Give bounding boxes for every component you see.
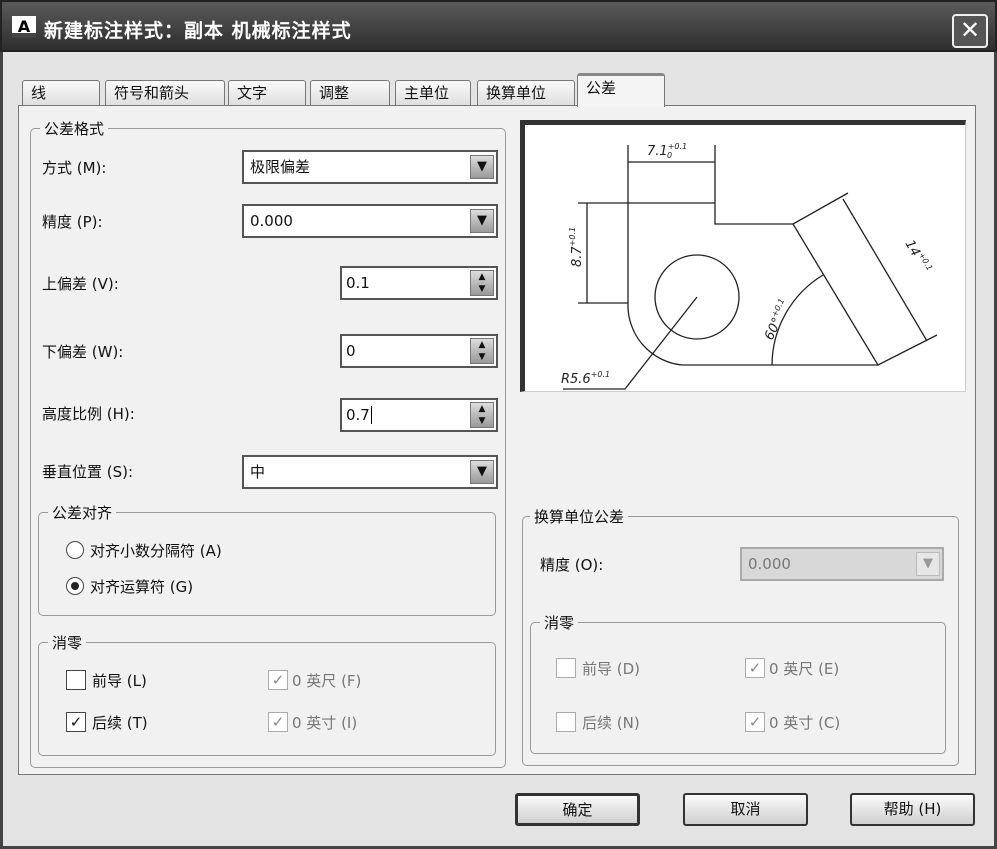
lower-deviation-value: 0 [346,342,356,360]
height-scale-label: 高度比例 (H): [42,405,135,423]
tab-fit[interactable]: 调整 [310,80,390,106]
inches-checkbox[interactable]: ✓ [268,712,288,732]
height-scale-input[interactable]: 0.7 ▲ ▼ [340,398,498,432]
method-label: 方式 (M): [42,159,107,177]
window-title: 新建标注样式：副本 机械标注样式 [44,20,352,42]
alt-unit-tolerance-title: 换算单位公差 [530,506,629,527]
vertical-position-label: 垂直位置 (S): [42,463,134,481]
alt-leading-checkbox[interactable] [556,658,576,678]
tab-lines[interactable]: 线 [22,80,100,106]
align-operator-radio[interactable] [66,577,84,595]
preview-pane: 7.1+0.1 0 8.7+0.1 14+0.1 60°+0.1 R5.6+0.… [520,120,966,392]
precision-label: 精度 (P): [42,213,103,231]
alt-zero-suppression-title: 消零 [540,612,579,633]
align-decimal-label[interactable]: 对齐小数分隔符 (A) [90,540,222,561]
tab-alternate-units[interactable]: 换算单位 [477,80,575,106]
upper-deviation-input[interactable]: 0.1 ▲ ▼ [340,266,498,300]
align-decimal-radio[interactable] [66,541,84,559]
alt-trailing-label: 后续 (N) [582,714,640,732]
alt-precision-select[interactable]: 0.000 ▼ [740,547,944,581]
leading-label[interactable]: 前导 (L) [92,670,147,691]
spinner-arrows-icon[interactable]: ▲ ▼ [470,338,494,364]
align-operator-label[interactable]: 对齐运算符 (G) [90,576,193,597]
tolerance-alignment-group [38,512,496,616]
dim-label-height: 8.7+0.1 [568,227,585,267]
spinner-arrows-icon[interactable]: ▲ ▼ [470,270,494,296]
inches-label: 0 英寸 (I) [292,714,358,732]
tolerance-format-title: 公差格式 [40,118,109,139]
precision-value: 0.000 [250,212,293,230]
method-select[interactable]: 极限偏差 ▼ [242,150,498,184]
vertical-position-value: 中 [250,463,266,481]
spinner-arrows-icon[interactable]: ▲ ▼ [470,402,494,428]
tab-tolerances[interactable]: 公差 [577,73,665,107]
chevron-down-icon[interactable]: ▼ [470,460,494,484]
alt-inches-label: 0 英寸 (C) [769,714,841,732]
tab-text[interactable]: 文字 [228,80,306,106]
method-value: 极限偏差 [250,158,311,176]
upper-deviation-label: 上偏差 (V): [42,275,119,293]
dim-lower-width: 0 [667,151,672,160]
chevron-down-icon[interactable]: ▼ [916,552,940,576]
chevron-down-icon[interactable]: ▼ [470,155,494,179]
check-icon: ✓ [69,713,83,731]
leading-checkbox[interactable] [66,670,86,690]
alt-precision-value: 0.000 [748,555,791,573]
lower-deviation-label: 下偏差 (W): [42,343,124,361]
height-scale-value: 0.7 [346,406,370,424]
dim-label-length: 14+0.1 [902,237,935,277]
trailing-label[interactable]: 后续 (T) [92,712,148,733]
help-button[interactable]: 帮助 (H) [850,793,975,826]
zero-suppression-group [38,642,496,756]
alt-inches-checkbox[interactable]: ✓ [745,712,765,732]
title-bar: A 新建标注样式：副本 机械标注样式 ✕ [0,0,997,52]
check-icon: ✓ [271,713,285,731]
cancel-button[interactable]: 取消 [683,793,808,826]
alt-leading-label: 前导 (D) [582,660,641,678]
part-outline [578,145,793,304]
lower-deviation-input[interactable]: 0 ▲ ▼ [340,334,498,368]
check-icon: ✓ [748,713,762,731]
ok-button[interactable]: 确定 [515,793,640,826]
tab-symbols-arrows[interactable]: 符号和箭头 [105,80,225,106]
dim-label-radius: R5.6+0.1 [561,370,610,387]
alt-precision-label: 精度 (O): [540,556,604,574]
zero-suppression-title: 消零 [48,632,87,653]
close-button[interactable]: ✕ [952,14,988,48]
vertical-position-select[interactable]: 中 ▼ [242,455,498,489]
trailing-checkbox[interactable]: ✓ [66,712,86,732]
preview-drawing: 7.1+0.1 0 8.7+0.1 14+0.1 60°+0.1 R5.6+0.… [561,142,938,390]
alt-feet-checkbox[interactable]: ✓ [745,658,765,678]
precision-select[interactable]: 0.000 ▼ [242,204,498,238]
alt-feet-label: 0 英尺 (E) [769,660,840,678]
alt-zero-suppression-group [530,622,946,754]
feet-checkbox[interactable]: ✓ [268,670,288,690]
feet-label: 0 英尺 (F) [292,672,362,690]
autocad-app-icon: A [12,16,36,38]
check-icon: ✓ [748,659,762,677]
dim-label-angle: 60°+0.1 [760,297,793,343]
tab-primary-units[interactable]: 主单位 [395,80,471,106]
tolerance-alignment-title: 公差对齐 [48,502,117,523]
check-icon: ✓ [271,671,285,689]
dimension-lines [586,161,928,342]
alt-trailing-checkbox[interactable] [556,712,576,732]
chevron-down-icon[interactable]: ▼ [470,209,494,233]
upper-deviation-value: 0.1 [346,274,370,292]
